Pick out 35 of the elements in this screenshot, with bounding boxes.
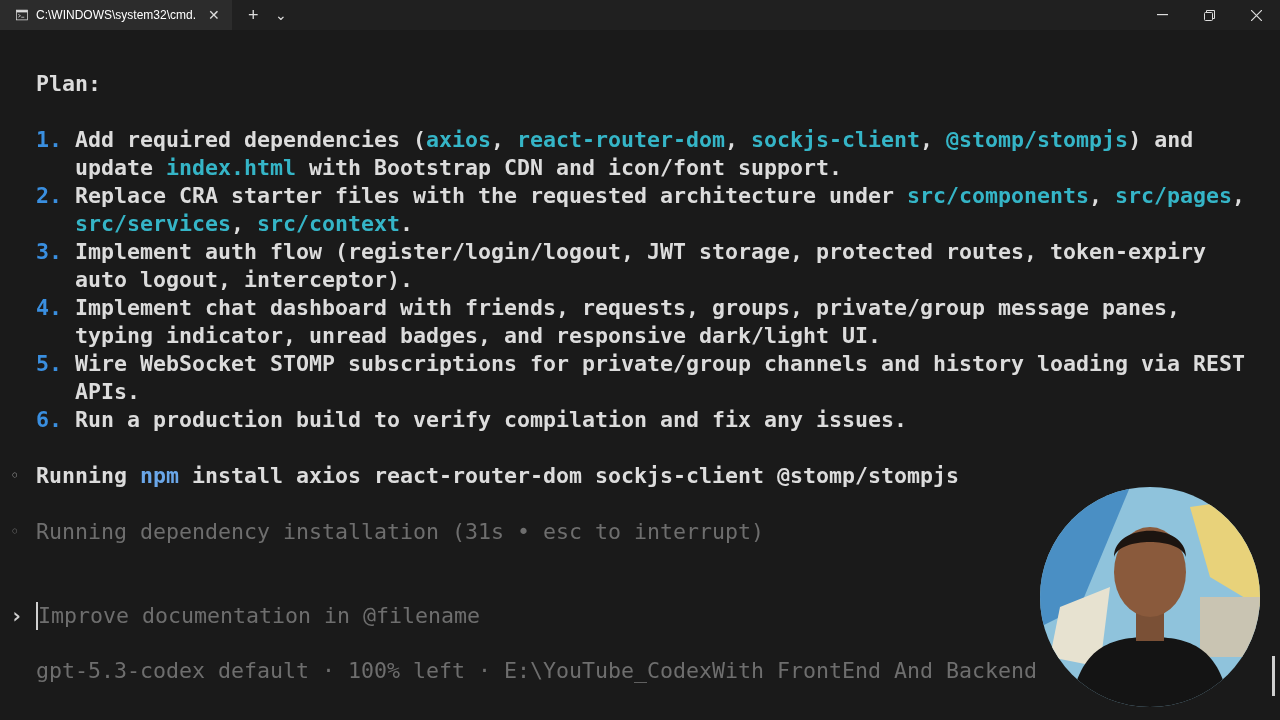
list-number: 6. <box>36 406 63 434</box>
tab-title: C:\WINDOWS\system32\cmd. <box>36 7 196 24</box>
terminal-tab[interactable]: C:\WINDOWS\system32\cmd. ✕ <box>0 0 232 30</box>
plan-text-line: typing indicator, unread badges, and responsive dark/light UI. <box>75 322 883 350</box>
list-number: 2. <box>36 182 63 210</box>
plan-text-line: Wire WebSocket STOMP subscriptions for private/group channels and history loading via REST <box>75 350 1246 378</box>
close-icon[interactable] <box>1251 9 1262 21</box>
minimize-icon[interactable] <box>1157 14 1168 16</box>
plan-heading: Plan: <box>35 70 102 98</box>
plan-text-line: Add required dependencies (axios, react-router-dom, sockjs-client, @stomp/stompjs) and <box>75 126 1194 154</box>
plan-text-line: Implement auth flow (register/login/logout, JWT storage, protected routes, token-expiry <box>75 238 1207 266</box>
plan-text-line: Run a production build to verify compilation and fix any issues. <box>75 406 908 434</box>
scrollbar[interactable] <box>1272 656 1275 696</box>
restore-icon[interactable] <box>1204 9 1215 21</box>
plan-text-line: auto logout, interceptor). <box>75 266 414 294</box>
plan-text-line: APIs. <box>75 378 141 406</box>
new-tab-button[interactable]: + <box>240 1 267 29</box>
command-line: Running npm install axios react-router-dom sockjs-client @stomp/stompjs <box>36 462 960 490</box>
list-number: 4. <box>36 294 63 322</box>
list-number: 1. <box>36 126 63 154</box>
terminal-icon <box>16 8 28 22</box>
list-number: 3. <box>36 238 63 266</box>
bullet-icon: ◦ <box>0 518 36 546</box>
plan-text-line: update index.html with Bootstrap CDN and icon/font support. <box>75 154 844 182</box>
prompt-icon: › <box>0 602 36 630</box>
bullet-icon: ◦ <box>0 462 36 490</box>
plan-text-line: Replace CRA starter files with the requested architecture under src/components, src/pages, <box>75 182 1246 210</box>
status-message: Running dependency installation (31s • esc to interrupt) <box>36 518 765 546</box>
plan-text-line: src/services, src/context. <box>75 210 415 238</box>
tab-menu-button[interactable]: ⌄ <box>266 4 295 26</box>
status-line: gpt-5.3-codex default · 100% left · E:\YouTube_CodexWith FrontEnd And Backend <box>35 657 1038 685</box>
list-number: 5. <box>36 350 63 378</box>
prompt-input[interactable]: Improve documentation in @filename <box>36 602 596 630</box>
plan-text-line: Implement chat dashboard with friends, requests, groups, private/group message panes, <box>75 294 1181 322</box>
close-tab-button[interactable]: ✕ <box>204 4 224 26</box>
